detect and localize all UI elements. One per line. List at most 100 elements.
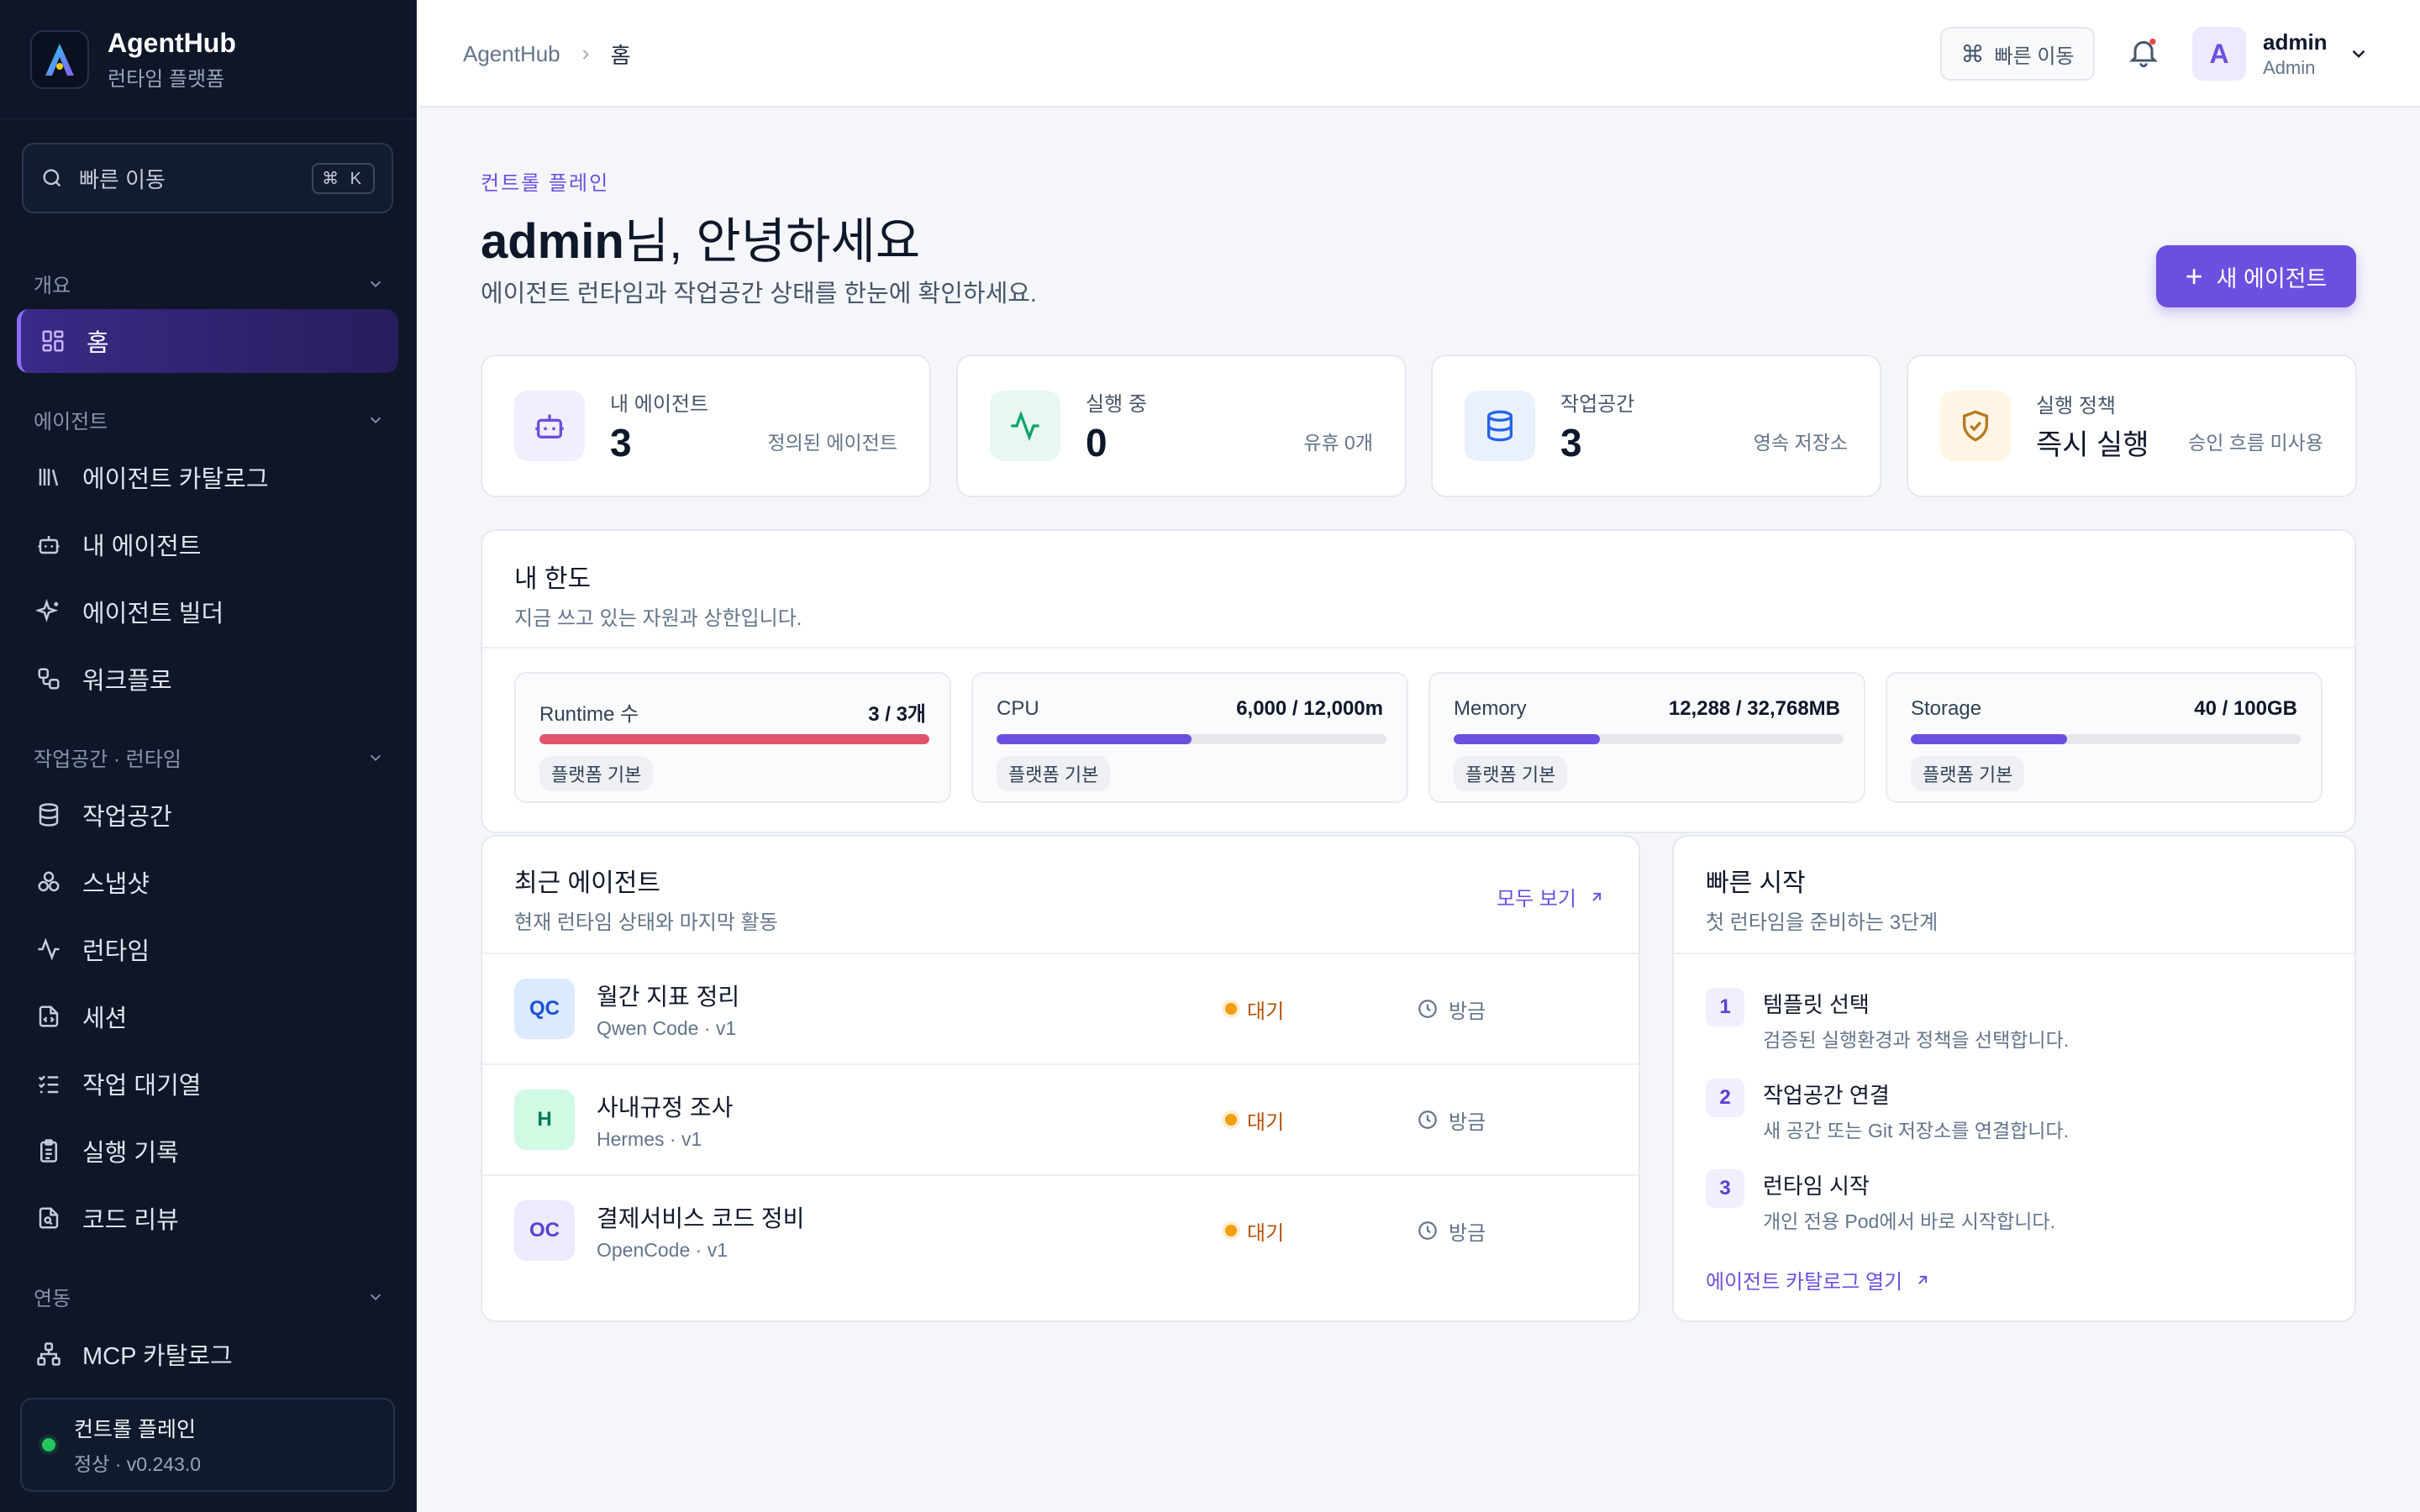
user-menu[interactable]: A admin Admin [2192, 27, 2370, 81]
section-integrations[interactable]: 연동 [34, 1282, 385, 1311]
stat-note: 영속 저장소 [1753, 432, 1848, 454]
quick-nav-label: 빠른 이동 [1994, 45, 2075, 68]
stat-card-running[interactable]: 실행 중 0 유휴 0개 [956, 354, 1407, 497]
quota-fill [539, 734, 929, 744]
sidebar-item-home[interactable]: 홈 [17, 309, 398, 373]
sidebar-item-workspace[interactable]: 작업공간 [17, 783, 398, 847]
chevron-down-icon [370, 417, 381, 423]
sidebar-item-run-history[interactable]: 실행 기록 [17, 1119, 398, 1183]
status-label: 대기 [1247, 1000, 1285, 1023]
shortcut-hint: ⌘ K [312, 162, 375, 194]
brand-name: AgentHub [108, 28, 236, 58]
quick-nav-button[interactable]: ⌘ 빠른 이동 [1940, 27, 2095, 81]
quota-value: 6,000 / 12,000m [1236, 697, 1383, 720]
quota-card-cpu: CPU 6,000 / 12,000m 플랫폼 기본 [971, 672, 1408, 803]
clock-icon [1418, 1221, 1437, 1240]
quota-fill [1454, 734, 1600, 744]
sidebar-item-agent-catalog[interactable]: 에이전트 카탈로그 [17, 445, 398, 509]
status-label: 대기 [1247, 1110, 1285, 1134]
clock-icon [1418, 1110, 1437, 1129]
agent-badge: H [514, 1089, 575, 1150]
new-agent-button[interactable]: + 새 에이전트 [2156, 245, 2356, 307]
status-label: 대기 [1247, 1221, 1285, 1245]
section-title: 개요 [34, 275, 71, 297]
greeting-name: admin [481, 214, 624, 269]
network-icon [34, 1339, 64, 1369]
stat-label: 작업공간 [1560, 392, 1635, 416]
breadcrumb-root[interactable]: AgentHub [463, 41, 560, 67]
agent-meta: Hermes · v1 [597, 1127, 702, 1150]
section-overview[interactable]: 개요 [34, 269, 385, 298]
avatar: A [2192, 27, 2246, 81]
sidebar-item-code-review[interactable]: 코드 리뷰 [17, 1186, 398, 1250]
quota-value: 3 / 3개 [868, 703, 926, 726]
top-bar: AgentHub 홈 ⌘ 빠른 이동 A admin Admin [418, 0, 2420, 108]
section-workspace-runtime[interactable]: 작업공간 · 런타임 [34, 743, 385, 772]
clipboard-icon [34, 1136, 64, 1166]
stat-value: 0 [1086, 420, 1107, 465]
sidebar-item-runtime[interactable]: 런타임 [17, 917, 398, 981]
database-icon [1465, 391, 1535, 461]
section-title: 연동 [34, 1288, 71, 1310]
shield-check-icon [1940, 391, 2011, 461]
breadcrumb-current: 홈 [610, 43, 631, 68]
quota-value: 12,288 / 32,768MB [1668, 697, 1840, 720]
sidebar-item-label: 실행 기록 [82, 1140, 179, 1167]
quota-title: 내 한도 [514, 565, 592, 593]
sidebar-search[interactable]: 빠른 이동 ⌘ K [22, 143, 393, 213]
stat-card-workspaces[interactable]: 작업공간 3 영속 저장소 [1431, 354, 1881, 497]
sidebar-item-job-queue[interactable]: 작업 대기열 [17, 1052, 398, 1116]
section-agents[interactable]: 에이전트 [34, 405, 385, 434]
clock-icon [1418, 1000, 1437, 1018]
brand[interactable]: AgentHub 런타임 플랫폼 [0, 0, 416, 119]
agent-row[interactable]: H 사내규정 조사 Hermes · v1 대기 방금 [482, 1063, 1639, 1174]
boxes-icon [34, 867, 64, 897]
greeting-text: 님, 안녕하세요 [623, 214, 921, 269]
stat-card-run-policy[interactable]: 실행 정책 즉시 실행 승인 흐름 미사용 [1907, 354, 2357, 497]
sidebar-item-label: MCP 카탈로그 [82, 1343, 233, 1370]
sidebar-item-snapshot[interactable]: 스냅샷 [17, 850, 398, 914]
sidebar-item-label: 작업 대기열 [82, 1073, 202, 1100]
breadcrumb: AgentHub 홈 [463, 39, 631, 70]
quota-tag: 플랫폼 기본 [1911, 756, 2025, 791]
last-activity: 방금 [1417, 995, 1486, 1024]
status-badge: 대기 [1225, 1105, 1284, 1135]
quota-fill [997, 734, 1192, 744]
sidebar-item-label: 세션 [82, 1005, 128, 1032]
notifications-button[interactable] [2127, 35, 2160, 69]
last-activity: 방금 [1417, 1216, 1486, 1246]
activity-icon [990, 391, 1060, 461]
quick-start-step[interactable]: 3 런타임 시작 개인 전용 Pod에서 바로 시작합니다. [1706, 1169, 2055, 1234]
quota-tag: 플랫폼 기본 [1454, 756, 1568, 791]
sidebar-item-my-agents[interactable]: 내 에이전트 [17, 512, 398, 576]
quota-value: 40 / 100GB [2194, 697, 2297, 720]
step-number: 1 [1706, 988, 1744, 1026]
sidebar-item-label: 워크플로 [82, 668, 172, 695]
step-number: 3 [1706, 1169, 1744, 1208]
stat-value: 3 [1560, 420, 1582, 465]
quota-card-storage: Storage 40 / 100GB 플랫폼 기본 [1886, 672, 2323, 803]
sidebar-search-placeholder: 빠른 이동 [79, 166, 166, 192]
quota-label: Runtime 수 [539, 703, 639, 726]
section-title: 에이전트 [34, 411, 108, 433]
sidebar-item-workflow[interactable]: 워크플로 [17, 647, 398, 711]
agent-badge: QC [514, 979, 575, 1039]
library-icon [34, 462, 64, 492]
stat-note: 승인 흐름 미사용 [2188, 432, 2323, 454]
step-title: 런타임 시작 [1763, 1173, 1870, 1199]
quick-start-step[interactable]: 1 템플릿 선택 검증된 실행환경과 정책을 선택합니다. [1706, 988, 2069, 1053]
quick-start-step[interactable]: 2 작업공간 연결 새 공간 또는 Git 저장소를 연결합니다. [1706, 1079, 2069, 1143]
open-catalog-label: 에이전트 카탈로그 열기 [1706, 1271, 1903, 1294]
agent-row[interactable]: OC 결제서비스 코드 정비 OpenCode · v1 대기 방금 [482, 1174, 1639, 1285]
control-plane-status[interactable]: 컨트롤 플레인 정상 · v0.243.0 [20, 1398, 395, 1492]
sparkles-icon [34, 596, 64, 627]
sidebar-item-session[interactable]: 세션 [17, 984, 398, 1048]
step-title: 작업공간 연결 [1763, 1083, 1890, 1108]
agent-row[interactable]: QC 월간 지표 정리 Qwen Code · v1 대기 방금 [482, 953, 1639, 1063]
stat-card-my-agents[interactable]: 내 에이전트 3 정의된 에이전트 [481, 354, 931, 497]
view-all-link[interactable]: 모두 보기 [1497, 882, 1605, 911]
open-agent-catalog-link[interactable]: 에이전트 카탈로그 열기 [1706, 1265, 1931, 1294]
sidebar-item-agent-builder[interactable]: 에이전트 빌더 [17, 580, 398, 643]
sidebar-item-mcp-catalog[interactable]: MCP 카탈로그 [17, 1322, 398, 1386]
quota-card-runtime: Runtime 수 3 / 3개 플랫폼 기본 [514, 672, 951, 803]
